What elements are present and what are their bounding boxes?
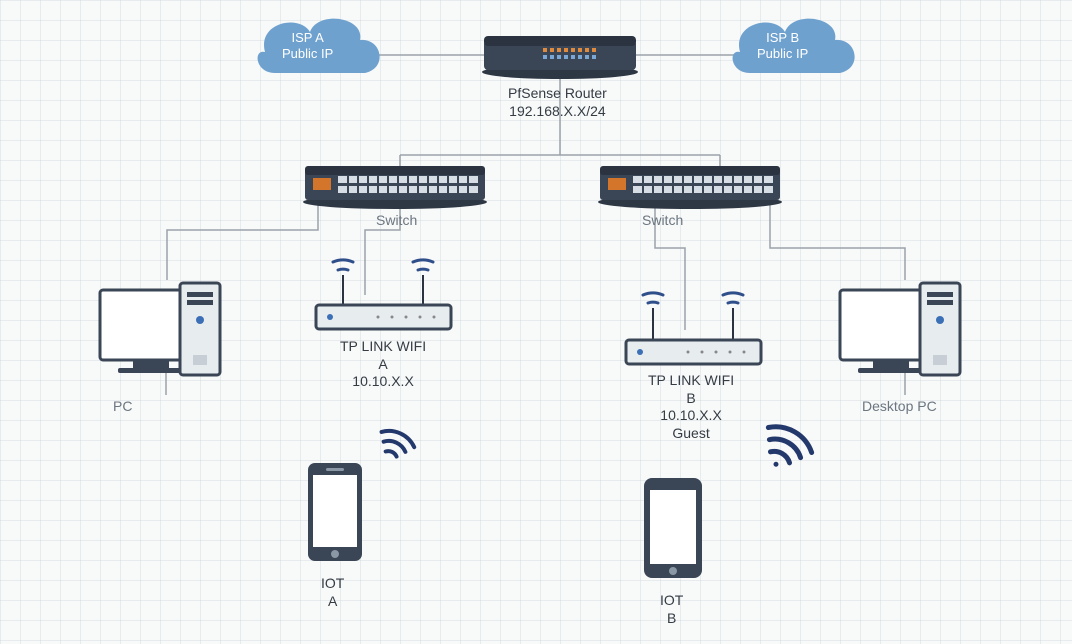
router-icon [482, 36, 638, 79]
pc-left-icon [100, 283, 220, 375]
switch-right-label: Switch [642, 212, 683, 230]
wifi-waves-b-icon [753, 419, 816, 479]
iot-b-label: IOT B [660, 592, 683, 627]
router-label: PfSense Router 192.168.X.X/24 [508, 85, 607, 120]
pc-right-label: Desktop PC [862, 398, 937, 416]
ap-a-label: TP LINK WIFI A 10.10.X.X [340, 338, 426, 391]
iot-a-label: IOT A [321, 575, 344, 610]
pc-right-icon [840, 283, 960, 375]
cloud-isp-b-label: ISP B Public IP [757, 30, 808, 63]
ap-a-icon [316, 260, 451, 329]
switch-left-icon [303, 166, 487, 209]
pc-left-label: PC [113, 398, 132, 416]
wifi-waves-a-icon [375, 426, 417, 462]
phone-a-icon [308, 463, 362, 561]
ap-b-icon [626, 293, 761, 364]
cloud-isp-a-label: ISP A Public IP [282, 30, 333, 63]
phone-b-icon [644, 478, 702, 578]
switch-left-label: Switch [376, 212, 417, 230]
ap-b-label: TP LINK WIFI B 10.10.X.X Guest [648, 372, 734, 442]
switch-right-icon [598, 166, 782, 209]
